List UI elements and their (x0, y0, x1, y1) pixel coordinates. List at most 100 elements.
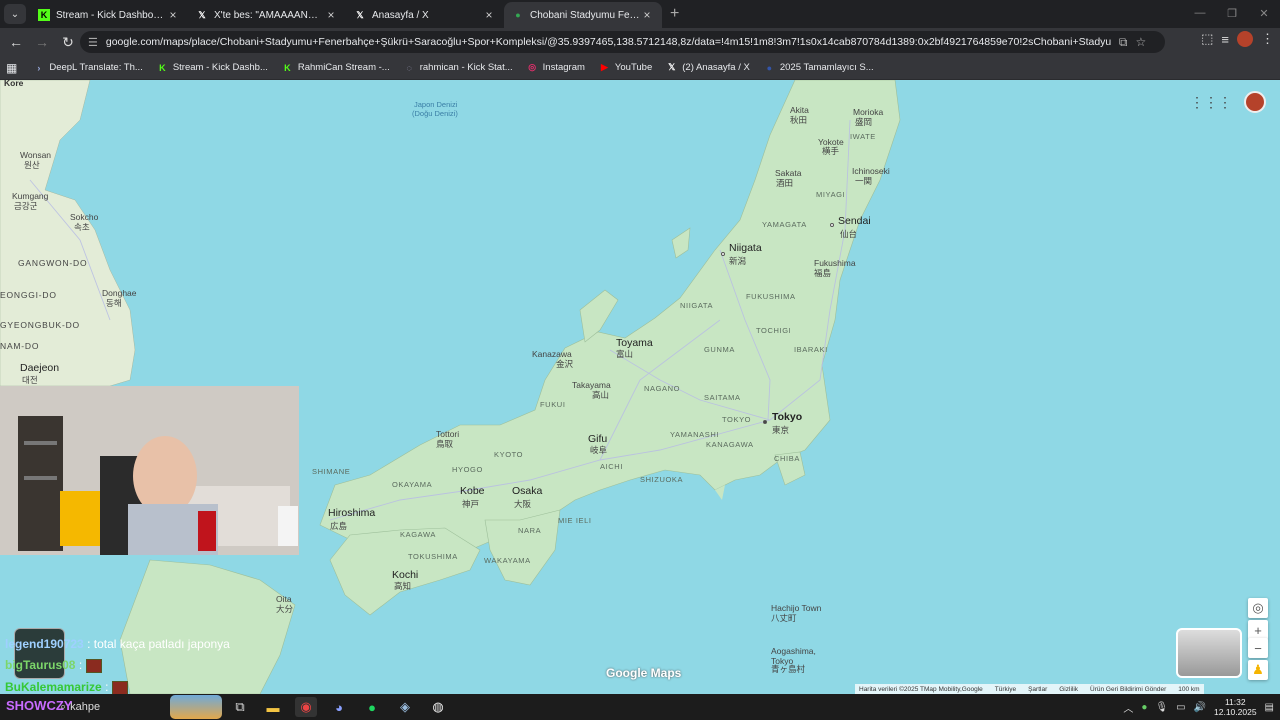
attribution-data: Harita verileri ©2025 TMap Mobility,Goog… (859, 685, 983, 693)
forward-arrow-icon[interactable]: → (30, 30, 54, 54)
spotify-icon[interactable]: ● (361, 697, 383, 717)
file-explorer-icon[interactable]: ▬ (262, 697, 284, 717)
instagram-icon: ◎ (528, 62, 537, 72)
google-account-avatar[interactable] (1244, 91, 1266, 113)
minimize-icon[interactable]: — (1184, 0, 1216, 26)
label-kumgang-kr: 금강군 (14, 201, 38, 211)
bookmark-kick-dashboard[interactable]: K Stream - Kick Dashb... (157, 62, 268, 73)
microphone-icon[interactable]: 🎙 (1155, 702, 1168, 713)
notification-icon[interactable]: ▤ (1265, 702, 1274, 713)
label-ichinoseki-jp: 一関 (855, 176, 873, 186)
extensions-icon[interactable]: ⬚ (1201, 31, 1213, 47)
back-arrow-icon[interactable]: ← (4, 30, 28, 54)
chat-username: BuKalemamarize (5, 680, 102, 694)
label-kumgang: Kumgang (12, 191, 49, 201)
apps-grid-icon[interactable]: ▦ (6, 61, 17, 75)
attribution-feedback[interactable]: Ürün Geri Bildirimi Gönder (1090, 686, 1166, 693)
bookmark-label: RahmiCan Stream -... (297, 62, 390, 73)
label-tottori-jp: 鳥取 (436, 439, 454, 449)
tab-title: Anasayfa / X (372, 9, 429, 21)
attribution-terms[interactable]: Şartlar (1028, 686, 1047, 693)
chrome-icon[interactable]: ◉ (295, 697, 317, 717)
label-shimane: SHIMANE (312, 467, 351, 476)
scale-bar: 100 km (1178, 685, 1200, 693)
tab-google-maps[interactable]: ● Chobani Stadyumu Fenerbahçe × (504, 2, 662, 28)
profile-avatar[interactable] (1237, 31, 1253, 47)
kyushu-landmass (119, 559, 296, 694)
maximize-icon[interactable]: ❐ (1216, 0, 1248, 26)
close-tab-icon[interactable]: × (640, 8, 654, 22)
toolbar-right: ⬚ ≡ ⋮ (1201, 31, 1274, 47)
tab-x-home[interactable]: 𝕏 Anasayfa / X × (346, 2, 504, 28)
bookmark-kick-stats[interactable]: ◌ rahmican - Kick Stat... (404, 62, 513, 73)
x-icon: 𝕏 (356, 9, 364, 20)
label-sea-alt: (Doğu Denizi) (412, 109, 458, 118)
label-niigata: Niigata (729, 242, 762, 254)
clock[interactable]: 11:32 12.10.2025 (1214, 697, 1257, 717)
bookmark-rahmican-stream[interactable]: K RahmiCan Stream -... (282, 62, 390, 73)
attribution-country[interactable]: Türkiye (995, 686, 1016, 693)
chat-username: bigTaurus08 (5, 658, 76, 672)
attribution-bar: Harita verileri ©2025 TMap Mobility,Goog… (855, 684, 1204, 694)
tray-app-icon[interactable]: ● (1141, 702, 1147, 713)
bookmark-x[interactable]: 𝕏 (2) Anasayfa / X (666, 62, 750, 73)
label-niigata-pref: NIIGATA (680, 301, 714, 310)
obs-icon[interactable]: ◍ (427, 697, 449, 717)
tab-x-post[interactable]: 𝕏 X'te bes: "AMAAAANN @Ebon × (188, 2, 346, 28)
bookmark-label: YouTube (614, 62, 653, 73)
tab-kick-dashboard[interactable]: K Stream - Kick Dashboard × (30, 2, 188, 28)
address-bar[interactable]: ☰ google.com/maps/place/Chobani+Stadyumu… (80, 31, 1165, 53)
install-app-icon[interactable]: ⧉ (1119, 35, 1128, 50)
discord-icon[interactable]: ◕ (328, 697, 350, 717)
bookmark-youtube[interactable]: ▶ YouTube (599, 62, 652, 73)
label-yamanashi: YAMANASHI (670, 430, 720, 439)
network-icon[interactable]: ▭ (1176, 702, 1185, 713)
chat-message: bigTaurus08 : (5, 658, 102, 673)
label-gifu-jp: 岐阜 (590, 445, 608, 455)
zoom-in-button[interactable]: + (1248, 620, 1268, 640)
menu-dots-icon[interactable]: ⋮ (1261, 31, 1274, 47)
tray-chevron-icon[interactable]: ︿ (1123, 700, 1133, 715)
pegman-icon[interactable]: ♟ (1248, 660, 1268, 680)
task-view-icon[interactable]: ⧉ (229, 697, 251, 717)
new-tab-button[interactable]: + (670, 5, 679, 23)
bookmark-tamamlayici[interactable]: ● 2025 Tamamlayıcı S... (764, 62, 874, 73)
bookmark-label: DeepL Translate: Th... (49, 62, 143, 73)
bookmark-instagram[interactable]: ◎ Instagram (527, 62, 585, 73)
my-location-icon[interactable]: ◎ (1248, 598, 1268, 618)
label-hiroshima-jp: 広島 (330, 521, 348, 531)
windows-taskbar: ⌕ kahpe SHOWCZY ⧉ ▬ ◉ ◕ ● ◈ ◍ ︿ ● 🎙 ▭ 🔊 … (0, 694, 1280, 720)
close-tab-icon[interactable]: × (166, 8, 180, 22)
tab-search-button[interactable]: ⌄ (4, 4, 26, 24)
zoom-out-button[interactable]: − (1248, 638, 1268, 658)
label-morioka-jp: 盛岡 (855, 117, 873, 127)
label-fukui: FUKUI (540, 400, 566, 409)
search-text[interactable]: kahpe (70, 701, 100, 713)
label-ichinoseki: Ichinoseki (852, 166, 890, 176)
bookmark-label: 2025 Tamamlayıcı S... (779, 62, 874, 73)
label-niigata-jp: 新潟 (729, 256, 747, 266)
url-text[interactable]: google.com/maps/place/Chobani+Stadyumu+F… (106, 36, 1111, 48)
layers-toggle[interactable] (1176, 628, 1242, 678)
close-tab-icon[interactable]: × (324, 8, 338, 22)
bookmarks-bar: ▦ › DeepL Translate: Th... K Stream - Kick… (0, 56, 1280, 80)
kick-icon: K (159, 62, 166, 73)
sado-island (671, 227, 691, 259)
site-info-icon[interactable]: ☰ (88, 36, 98, 49)
attribution-privacy[interactable]: Gizlilik (1059, 686, 1078, 693)
volume-icon[interactable]: 🔊 (1194, 702, 1206, 713)
steam-icon[interactable]: ◈ (394, 697, 416, 717)
marker-tokyo (763, 420, 767, 424)
reload-icon[interactable]: ↻ (56, 30, 80, 54)
close-tab-icon[interactable]: × (482, 8, 496, 22)
close-window-icon[interactable]: ✕ (1248, 0, 1280, 26)
webcam-feed (0, 386, 299, 555)
bookmark-deepl[interactable]: › DeepL Translate: Th... (33, 62, 142, 73)
label-tokyo-pref: TOKYO (722, 415, 752, 424)
media-controls-icon[interactable]: ≡ (1221, 32, 1229, 47)
label-toyama: Toyama (616, 337, 653, 349)
label-wakayama: WAKAYAMA (484, 556, 531, 565)
bookmark-star-icon[interactable]: ☆ (1135, 35, 1146, 49)
google-apps-icon[interactable]: ⋮⋮⋮ (1190, 94, 1232, 111)
label-fukushima: Fukushima (814, 258, 856, 268)
